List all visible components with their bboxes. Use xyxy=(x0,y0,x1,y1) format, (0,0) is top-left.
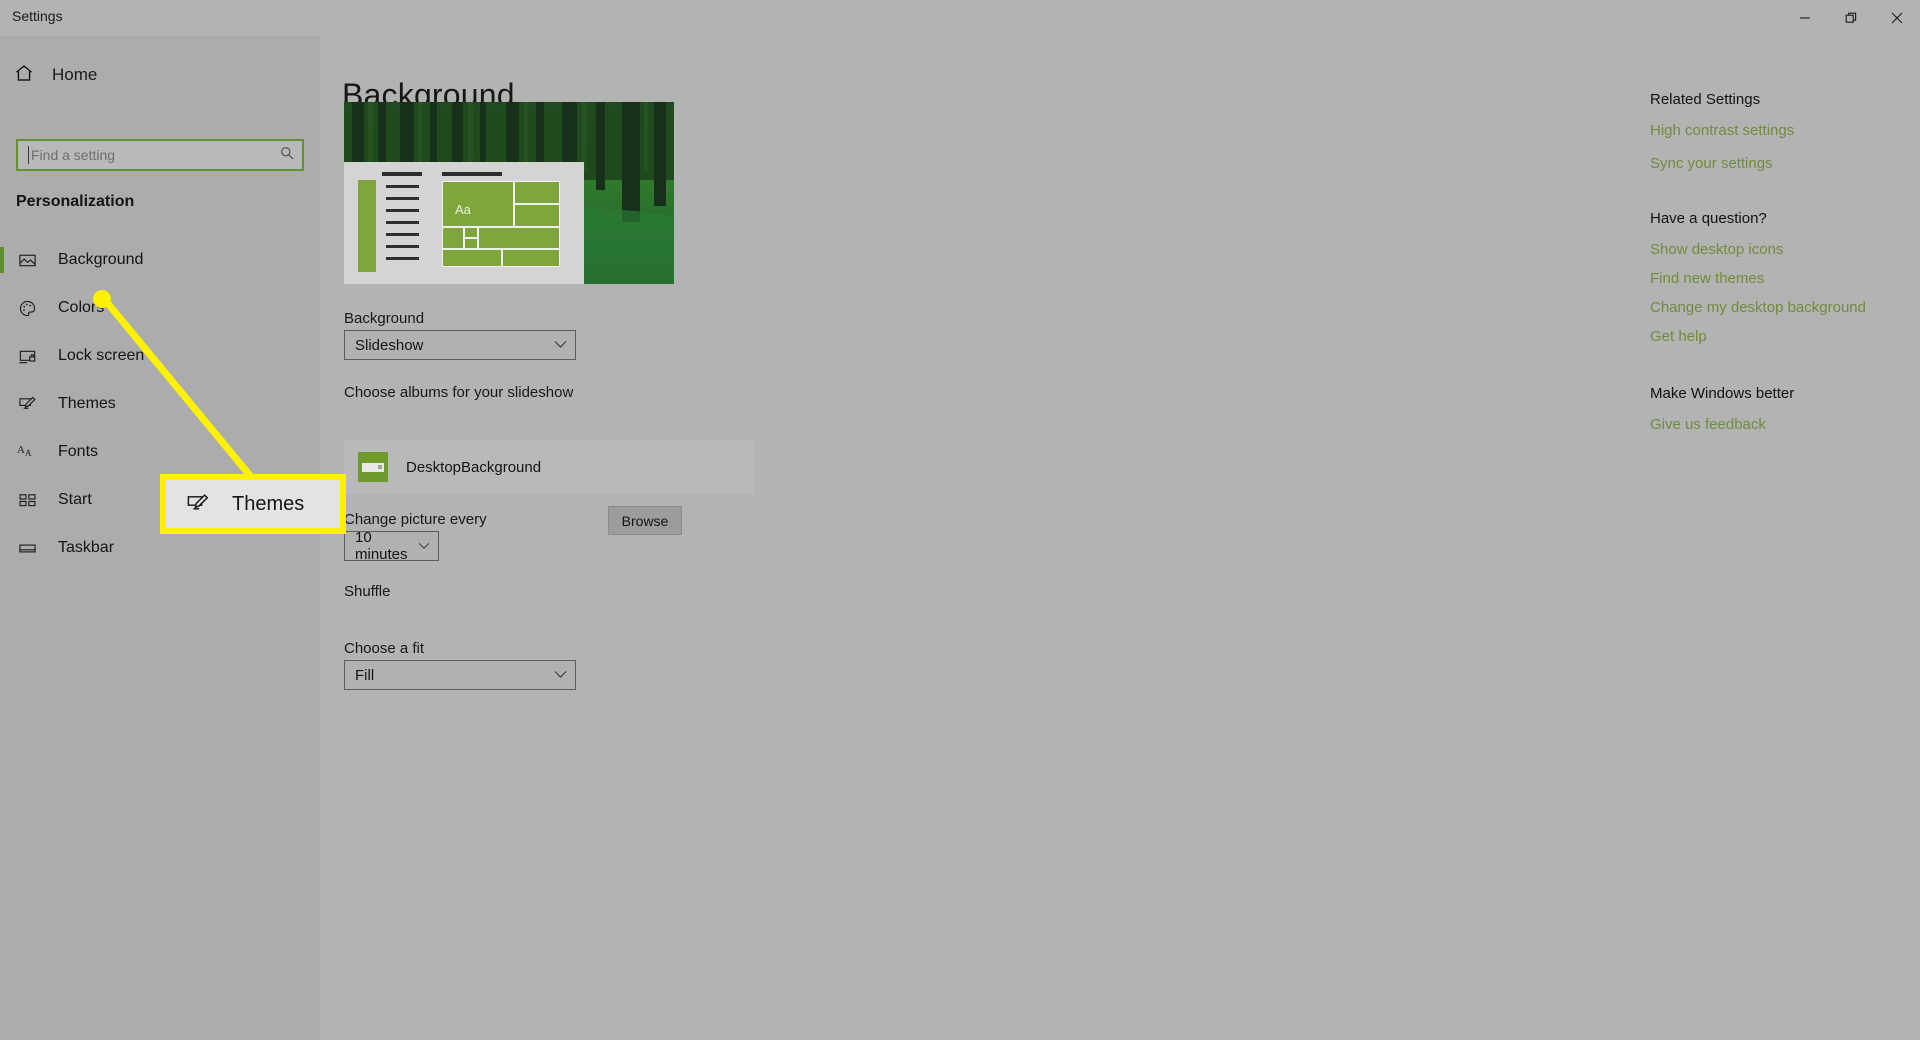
window-controls xyxy=(1782,0,1920,36)
start-menu-mockup: Aa xyxy=(344,162,584,284)
search-icon xyxy=(280,146,294,165)
sidebar-item-label: Fonts xyxy=(58,443,99,460)
rail-link-sync-settings[interactable]: Sync your settings xyxy=(1650,155,1920,172)
window-title: Settings xyxy=(12,8,63,24)
sidebar-item-start[interactable]: Start xyxy=(0,476,320,524)
svg-text:A: A xyxy=(17,444,25,456)
fit-select-value: Fill xyxy=(355,666,375,684)
start-rail xyxy=(358,180,376,272)
sidebar-item-label: Background xyxy=(58,251,144,268)
sidebar-item-label: Themes xyxy=(58,395,116,412)
tile-aa-label: Aa xyxy=(455,202,471,217)
chevron-down-icon xyxy=(554,336,567,354)
tile-large: Aa xyxy=(442,181,514,227)
close-button[interactable] xyxy=(1874,0,1920,36)
rail-link-give-feedback[interactable]: Give us feedback xyxy=(1650,416,1920,433)
tile-small xyxy=(514,181,560,204)
sidebar-item-themes[interactable]: Themes xyxy=(0,380,320,428)
rail-link-high-contrast[interactable]: High contrast settings xyxy=(1650,122,1920,139)
browse-button[interactable]: Browse xyxy=(608,506,682,535)
sidebar-item-taskbar[interactable]: Taskbar xyxy=(0,524,320,572)
lockscreen-icon xyxy=(16,345,38,367)
tile-small xyxy=(464,227,478,238)
folder-icon xyxy=(358,452,388,482)
interval-select[interactable]: 10 minutes xyxy=(344,529,439,563)
sidebar-item-label: Taskbar xyxy=(58,539,115,556)
tile-small xyxy=(442,227,464,249)
rail-link-show-desktop-icons[interactable]: Show desktop icons xyxy=(1650,241,1920,258)
tile-wide xyxy=(478,227,560,249)
taskbar-icon xyxy=(16,537,38,559)
background-select[interactable]: Slideshow xyxy=(344,330,576,360)
sidebar-item-home[interactable]: Home xyxy=(14,58,97,92)
themes-icon xyxy=(16,393,38,415)
chevron-down-icon xyxy=(418,537,430,555)
window-title-bar: Settings xyxy=(0,0,1920,36)
sidebar-item-lock-screen[interactable]: Lock screen xyxy=(0,332,320,380)
svg-text:A: A xyxy=(25,448,32,458)
interval-select-value: 10 minutes xyxy=(355,529,408,563)
rail-link-change-desktop-background[interactable]: Change my desktop background xyxy=(1650,299,1920,316)
sidebar-item-label: Colors xyxy=(58,299,105,316)
background-label: Background xyxy=(344,310,425,327)
tile-wide xyxy=(442,249,502,267)
shuffle-label: Shuffle xyxy=(344,583,391,600)
fonts-icon: A A xyxy=(16,441,38,463)
search-input[interactable]: Find a setting xyxy=(16,139,304,171)
search-placeholder: Find a setting xyxy=(28,146,280,164)
start-icon xyxy=(16,489,38,511)
fit-select[interactable]: Fill xyxy=(344,660,576,690)
related-settings-rail: Related Settings High contrast settings … xyxy=(1650,36,1920,465)
rail-heading: Have a question? xyxy=(1650,210,1767,227)
sidebar-category-title: Personalization xyxy=(16,193,135,210)
background-preview: Aa xyxy=(344,102,674,284)
interval-label: Change picture every xyxy=(344,511,487,528)
sidebar-home-label: Home xyxy=(52,65,98,84)
rail-link-get-help[interactable]: Get help xyxy=(1650,328,1920,345)
sidebar-item-fonts[interactable]: A A Fonts xyxy=(0,428,320,476)
rail-group-question: Have a question? Show desktop icons Find… xyxy=(1650,210,1920,345)
albums-label: Choose albums for your slideshow xyxy=(344,384,574,401)
sidebar-nav-list: Background Colors Lock screen Themes A A… xyxy=(0,236,320,572)
palette-icon xyxy=(16,297,38,319)
rail-heading: Make Windows better xyxy=(1650,385,1795,402)
rail-group-related: Related Settings High contrast settings … xyxy=(1650,91,1920,172)
sidebar-item-label: Start xyxy=(58,491,92,508)
restore-button[interactable] xyxy=(1828,0,1874,36)
album-name: DesktopBackground xyxy=(406,458,542,476)
tile-wide xyxy=(502,249,560,267)
tile-small xyxy=(514,204,560,227)
chevron-down-icon xyxy=(554,666,567,684)
picture-icon xyxy=(16,249,38,271)
home-icon xyxy=(14,63,34,88)
fit-label: Choose a fit xyxy=(344,640,425,657)
sidebar-item-label: Lock screen xyxy=(58,347,145,364)
background-select-value: Slideshow xyxy=(355,336,424,354)
sidebar-item-background[interactable]: Background xyxy=(0,236,320,284)
rail-link-find-new-themes[interactable]: Find new themes xyxy=(1650,270,1920,287)
start-list-lines xyxy=(382,172,428,269)
minimize-button[interactable] xyxy=(1782,0,1828,36)
album-list-item[interactable]: DesktopBackground xyxy=(344,440,754,494)
settings-sidebar: Home Find a setting Personalization Back… xyxy=(0,36,320,1040)
rail-heading: Related Settings xyxy=(1650,91,1761,108)
sidebar-item-colors[interactable]: Colors xyxy=(0,284,320,332)
rail-group-feedback: Make Windows better Give us feedback xyxy=(1650,385,1920,433)
tile-small xyxy=(464,238,478,249)
start-tiles: Aa xyxy=(442,172,560,276)
